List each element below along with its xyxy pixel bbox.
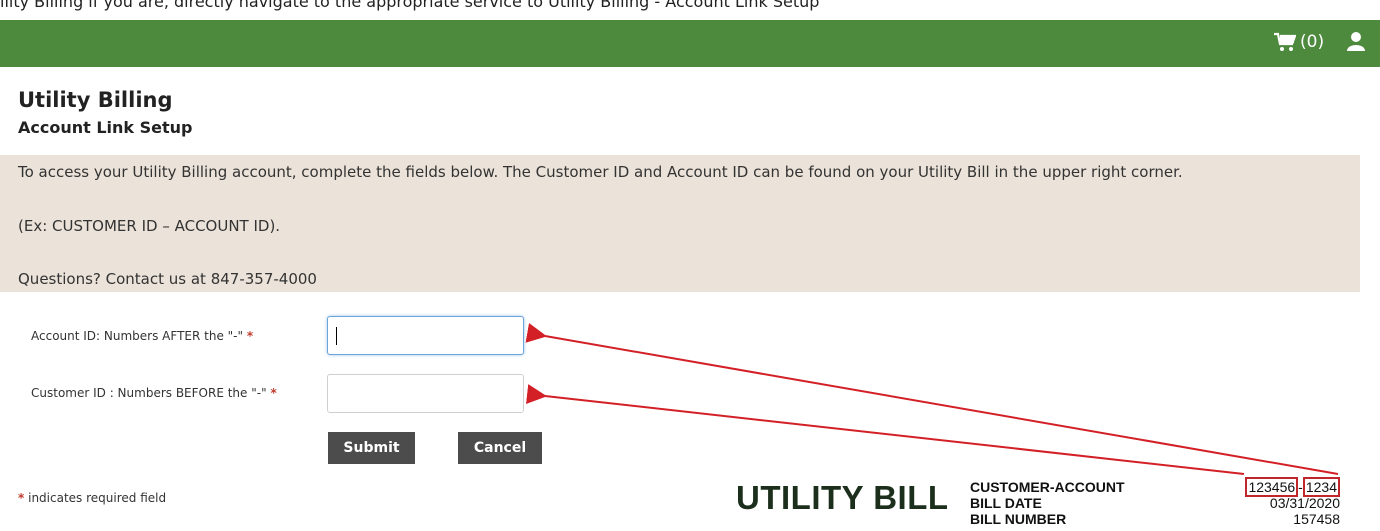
- customer-id-input[interactable]: [327, 374, 524, 413]
- cart-link[interactable]: (0): [1274, 32, 1324, 52]
- account-number-highlight: 1234: [1302, 477, 1340, 497]
- bill-sample-labels: CUSTOMER-ACCOUNT BILL DATE BILL NUMBER: [970, 479, 1125, 527]
- arrow-customer-id: [526, 384, 1245, 475]
- account-id-label: Account ID: Numbers AFTER the "-" *: [31, 329, 254, 343]
- user-account-button[interactable]: [1346, 31, 1366, 55]
- instructions-panel: To access your Utility Billing account, …: [0, 155, 1360, 292]
- bill-sample-title: UTILITY BILL: [736, 479, 949, 516]
- instruction-text: To access your Utility Billing account, …: [18, 163, 1183, 181]
- customer-account-number: 123456-1234: [1245, 477, 1340, 497]
- account-id-input[interactable]: [327, 316, 524, 355]
- required-marker: *: [246, 329, 254, 343]
- customer-id-label: Customer ID : Numbers BEFORE the "-" *: [31, 386, 277, 400]
- submit-button[interactable]: Submit: [328, 432, 415, 464]
- customer-number-highlight: 123456: [1245, 477, 1299, 497]
- page-subtitle: Account Link Setup: [18, 118, 193, 137]
- cancel-button[interactable]: Cancel: [458, 432, 542, 464]
- arrow-account-id: [525, 323, 1339, 475]
- required-marker: *: [18, 491, 25, 505]
- bill-label-customer-account: CUSTOMER-ACCOUNT: [970, 479, 1125, 495]
- clipped-top-text: ility Billing if you are, directly navig…: [0, 0, 820, 11]
- shopping-cart-icon: [1274, 32, 1296, 51]
- contact-text: Questions? Contact us at 847-357-4000: [18, 270, 317, 288]
- required-field-note: * indicates required field: [18, 491, 167, 505]
- bill-number-value: 157458: [1293, 511, 1340, 527]
- required-marker: *: [270, 386, 277, 400]
- example-text: (Ex: CUSTOMER ID – ACCOUNT ID).: [18, 217, 281, 235]
- user-icon: [1347, 32, 1365, 51]
- page-title: Utility Billing: [18, 88, 173, 112]
- text-cursor: [336, 327, 337, 345]
- bill-label-bill-number: BILL NUMBER: [970, 511, 1067, 527]
- cart-count: (0): [1300, 32, 1325, 52]
- bill-label-bill-date: BILL DATE: [970, 495, 1042, 511]
- bill-date-value: 03/31/2020: [1269, 495, 1340, 511]
- bill-sample-values: 123456-1234 03/31/2020 157458: [1245, 477, 1340, 527]
- header-bar: (0): [0, 20, 1380, 67]
